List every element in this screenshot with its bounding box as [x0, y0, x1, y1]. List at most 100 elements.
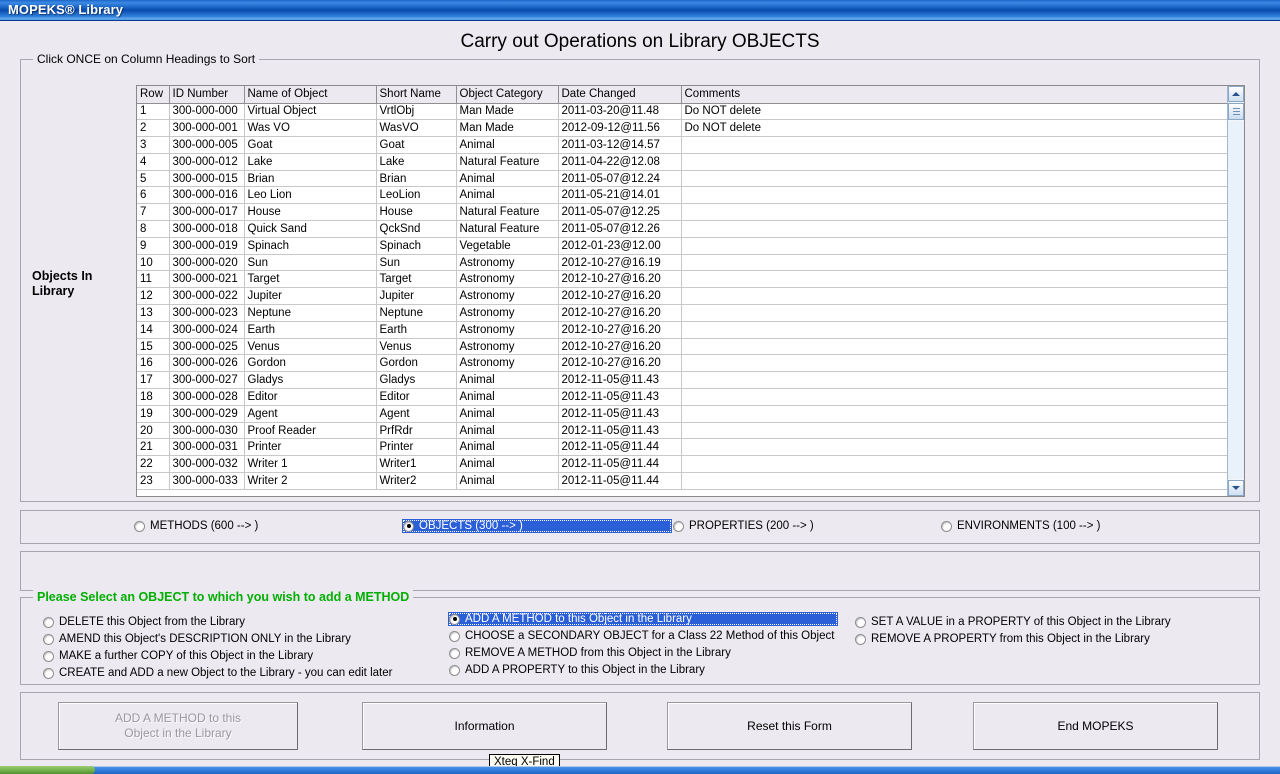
table-cell: 300-000-032 [169, 455, 245, 474]
table-row[interactable]: 3 300-000-005 Goat Goat Animal 2011-03-12@14.… [137, 136, 1228, 154]
table-row[interactable]: 8 300-000-018 Quick Sand QckSnd Natural Feat… [137, 220, 1228, 238]
column-header-date-changed[interactable]: Date Changed [558, 86, 682, 104]
table-row[interactable]: 22 300-000-032 Writer 1 Writer1 Animal 2012-1… [137, 455, 1228, 474]
scroll-up-icon[interactable] [1228, 86, 1244, 102]
column-header-comments[interactable]: Comments [681, 86, 1228, 104]
action-radio-c3-0[interactable]: SET A VALUE in a PROPERTY of this Object… [854, 615, 1173, 629]
table-row[interactable]: 12 300-000-022 Jupiter Jupiter Astronomy 2012… [137, 287, 1228, 306]
reset-form-button[interactable]: Reset this Form [667, 702, 912, 750]
table-cell: Target [244, 270, 377, 289]
table-cell: 2011-05-07@12.26 [558, 220, 682, 238]
side-label: Objects In Library [32, 269, 132, 299]
window-title-bar: MOPEKS® Library [0, 0, 1280, 21]
table-row[interactable]: 20 300-000-030 Proof Reader PrfRdr Animal 201… [137, 422, 1228, 440]
table-row[interactable]: 13 300-000-023 Neptune Neptune Astronomy 2012… [137, 304, 1228, 322]
table-row[interactable]: 9 300-000-019 Spinach Spinach Vegetable 2012-… [137, 237, 1228, 255]
table-cell: 15 [137, 338, 170, 356]
action-radio-c3-1[interactable]: REMOVE A PROPERTY from this Object in th… [854, 632, 1152, 646]
table-cell: 6 [137, 186, 170, 205]
table-row[interactable]: 18 300-000-028 Editor Editor Animal 2012-11-0… [137, 388, 1228, 406]
column-header-name-of-object[interactable]: Name of Object [244, 86, 377, 104]
table-cell: 300-000-015 [169, 170, 245, 188]
table-header-row[interactable]: Row ID Number Name of Object Short Name Obje… [137, 86, 1228, 104]
action-radio-c2-0[interactable]: ADD A METHOD to this Object in the Libra… [448, 612, 838, 626]
action-radio-c2-1[interactable]: CHOOSE a SECONDARY OBJECT for a Class 22… [448, 629, 836, 643]
scrollbar-track[interactable] [1228, 121, 1244, 479]
table-cell: 2011-03-20@11.48 [558, 103, 682, 121]
table-cell: 2012-09-12@11.56 [558, 119, 682, 138]
start-button[interactable] [0, 766, 95, 774]
table-cell: 300-000-029 [169, 405, 245, 423]
table-cell: Animal [456, 136, 559, 154]
library-kind-radio-0[interactable]: METHODS (600 --> ) [133, 519, 260, 533]
column-header-row[interactable]: Row [137, 86, 170, 104]
table-row[interactable]: 16 300-000-026 Gordon Gordon Astronomy 2012-1… [137, 354, 1228, 373]
table-cell: Astronomy [456, 321, 559, 339]
table-row[interactable]: 14 300-000-024 Earth Earth Astronomy 2012-10-… [137, 321, 1228, 339]
add-method-button[interactable]: ADD A METHOD to this Object in the Libra… [58, 702, 298, 750]
grid-vertical-scrollbar[interactable] [1227, 86, 1244, 496]
table-cell: Agent [376, 405, 457, 423]
library-kind-radio-1[interactable]: OBJECTS (300 --> ) [402, 519, 672, 533]
library-kind-radio-3[interactable]: ENVIRONMENTS (100 --> ) [940, 519, 1102, 533]
table-cell: 1 [137, 103, 170, 121]
table-row[interactable]: 11 300-000-021 Target Target Astronomy 2012-1… [137, 270, 1228, 289]
table-row[interactable]: 6 300-000-016 Leo Lion LeoLion Animal 2011-05… [137, 186, 1228, 205]
library-kind-radio-label: PROPERTIES (200 --> ) [689, 520, 814, 532]
message-panel [20, 551, 1260, 591]
action-radio-c2-3[interactable]: ADD A PROPERTY to this Object in the Lib… [448, 663, 707, 677]
table-cell [681, 203, 1228, 222]
table-cell: Writer 2 [244, 472, 377, 490]
table-cell: 300-000-016 [169, 186, 245, 205]
column-header-id-number[interactable]: ID Number [169, 86, 245, 104]
scrollbar-thumb[interactable] [1228, 103, 1244, 120]
table-body: 1 300-000-000 Virtual Object VrtlObj Man Mad… [137, 103, 1228, 490]
table-cell: Proof Reader [244, 422, 377, 440]
objects-data-grid[interactable]: Row ID Number Name of Object Short Name Obje… [136, 85, 1245, 497]
table-cell [681, 455, 1228, 474]
table-cell: 2012-11-05@11.43 [558, 371, 682, 390]
table-cell: Animal [456, 371, 559, 390]
table-row[interactable]: 15 300-000-025 Venus Venus Astronomy 2012-10-… [137, 338, 1228, 356]
table-row[interactable]: 17 300-000-027 Gladys Gladys Animal 2012-11-0… [137, 371, 1228, 390]
table-cell: Goat [244, 136, 377, 154]
radio-icon [449, 647, 460, 659]
table-row[interactable]: 2 300-000-001 Was VO WasVO Man Made 2012-09-1… [137, 119, 1228, 138]
action-radio-c1-3[interactable]: CREATE and ADD a new Object to the Libra… [42, 666, 394, 680]
table-cell: 300-000-024 [169, 321, 245, 339]
table-cell: Astronomy [456, 338, 559, 356]
library-kind-radio-2[interactable]: PROPERTIES (200 --> ) [672, 519, 816, 533]
table-cell: 2012-11-05@11.44 [558, 438, 682, 457]
action-radio-c1-1[interactable]: AMEND this Object's DESCRIPTION ONLY in … [42, 632, 353, 646]
table-cell: Goat [376, 136, 457, 154]
table-row[interactable]: 19 300-000-029 Agent Agent Animal 2012-11-05@… [137, 405, 1228, 423]
table-row[interactable]: 23 300-000-033 Writer 2 Writer2 Animal 2012-1… [137, 472, 1228, 490]
table-row[interactable]: 7 300-000-017 House House Natural Feature 201… [137, 203, 1228, 222]
table-cell: Astronomy [456, 287, 559, 306]
action-radio-c1-2[interactable]: MAKE a further COPY of this Object in th… [42, 649, 315, 663]
table-cell: 5 [137, 170, 170, 188]
action-radio-c2-2[interactable]: REMOVE A METHOD from this Object in the … [448, 646, 733, 660]
library-kind-radio-label: ENVIRONMENTS (100 --> ) [957, 520, 1101, 532]
scroll-down-icon[interactable] [1228, 480, 1244, 496]
table-cell: Editor [376, 388, 457, 406]
table-cell: VrtlObj [376, 103, 457, 121]
action-radio-c1-0[interactable]: DELETE this Object from the Library [42, 615, 247, 629]
column-header-object-category[interactable]: Object Category [456, 86, 559, 104]
window-title: MOPEKS® Library [8, 2, 124, 17]
table-row[interactable]: 1 300-000-000 Virtual Object VrtlObj Man Mad… [137, 103, 1228, 121]
table-cell: Vegetable [456, 237, 559, 255]
table-row[interactable]: 4 300-000-012 Lake Lake Natural Feature 2011-… [137, 153, 1228, 171]
table-row[interactable]: 10 300-000-020 Sun Sun Astronomy 2012-10-27@1… [137, 254, 1228, 272]
table-cell: Leo Lion [244, 186, 377, 205]
table-cell: 22 [137, 455, 170, 474]
action-radio-label: REMOVE A METHOD from this Object in the … [465, 647, 731, 659]
table-cell [681, 254, 1228, 272]
end-mopeks-button[interactable]: End MOPEKS [973, 702, 1218, 750]
table-cell: 4 [137, 153, 170, 171]
table-cell: 14 [137, 321, 170, 339]
table-row[interactable]: 5 300-000-015 Brian Brian Animal 2011-05-07@1… [137, 170, 1228, 188]
information-button[interactable]: Information [362, 702, 607, 750]
table-row[interactable]: 21 300-000-031 Printer Printer Animal 2012-11… [137, 438, 1228, 457]
column-header-short-name[interactable]: Short Name [376, 86, 457, 104]
